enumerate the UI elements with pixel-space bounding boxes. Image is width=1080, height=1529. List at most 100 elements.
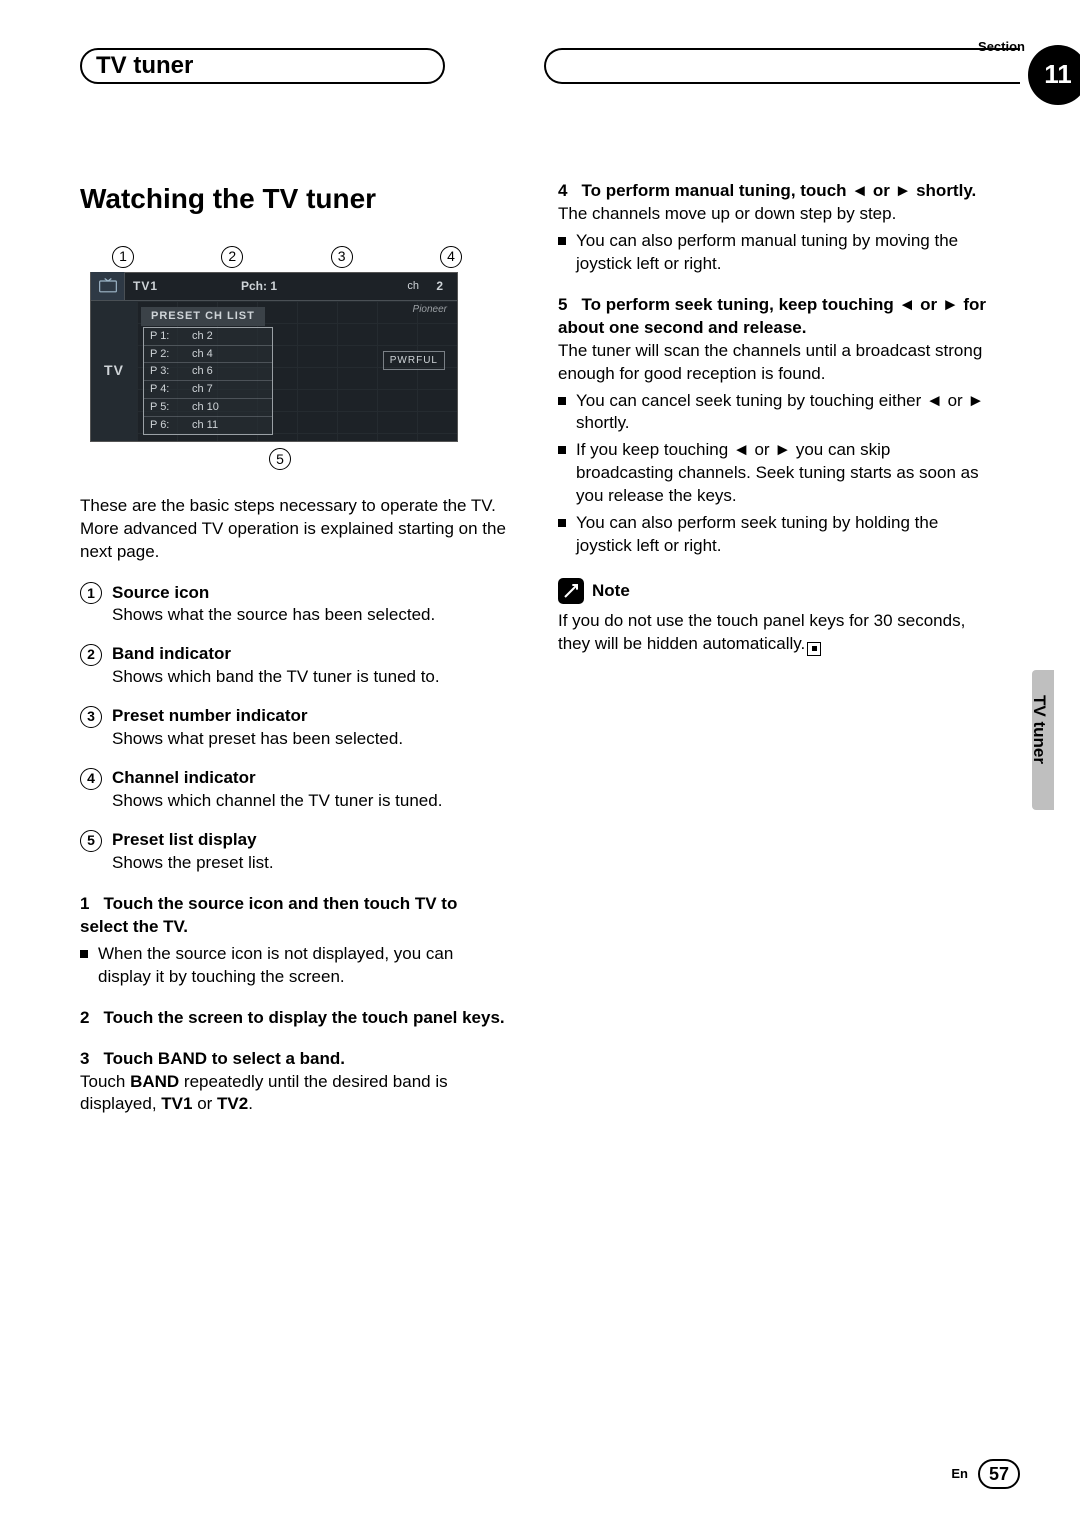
- right-arrow-icon: ►: [774, 440, 791, 459]
- step-2: 2 Touch the screen to display the touch p…: [80, 1007, 510, 1030]
- definition-item: 5 Preset list display Shows the preset li…: [80, 829, 510, 875]
- def-body: Shows what preset has been selected.: [112, 728, 510, 751]
- step-num: 3: [80, 1049, 89, 1068]
- page-number: 57: [978, 1459, 1020, 1489]
- def-num: 3: [80, 706, 102, 728]
- preset-row: P 6:ch 11: [144, 417, 272, 434]
- bullet-text: You can also perform seek tuning by hold…: [576, 512, 988, 558]
- bullet-icon: [558, 446, 566, 454]
- step-4: 4To perform manual tuning, touch ◄ or ► …: [558, 180, 988, 276]
- bullet-icon: [558, 237, 566, 245]
- left-arrow-icon: ◄: [926, 391, 943, 410]
- preset-row: P 3:ch 6: [144, 363, 272, 381]
- bullet-text: You can cancel seek tuning by touching e…: [576, 390, 988, 436]
- left-column: Watching the TV tuner 1 2 3 4 TV1 Pch: 1: [80, 180, 510, 1122]
- step-body: The channels move up or down step by ste…: [558, 203, 988, 226]
- pch-value: 1: [270, 279, 277, 293]
- step-bullet: When the source icon is not displayed, y…: [80, 943, 510, 989]
- seek-bullet-2: If you keep touching ◄ or ► you can skip…: [558, 439, 988, 508]
- source-icon: TV: [91, 301, 137, 441]
- tv-icon: [91, 272, 125, 300]
- note-body: If you do not use the touch panel keys f…: [558, 610, 988, 656]
- def-body: Shows what the source has been selected.: [112, 604, 510, 627]
- bullet-icon: [80, 950, 88, 958]
- def-num: 1: [80, 582, 102, 604]
- header-title: TV tuner: [96, 50, 193, 82]
- step-num: 5: [558, 295, 567, 314]
- seek-bullet-1: You can cancel seek tuning by touching e…: [558, 390, 988, 436]
- note-icon: [558, 578, 584, 604]
- step-body: Touch BAND repeatedly until the desired …: [80, 1071, 510, 1117]
- preset-row: P 4:ch 7: [144, 381, 272, 399]
- def-num: 5: [80, 830, 102, 852]
- definition-item: 3 Preset number indicator Shows what pres…: [80, 705, 510, 751]
- preset-row: P 2:ch 4: [144, 346, 272, 364]
- right-column: 4To perform manual tuning, touch ◄ or ► …: [558, 180, 988, 1122]
- callout-5: 5: [269, 448, 291, 470]
- def-title: Preset list display: [112, 830, 257, 849]
- footer-lang: En: [951, 1465, 968, 1483]
- callout-3: 3: [331, 246, 353, 268]
- step-bullet: You can also perform manual tuning by mo…: [558, 230, 988, 276]
- page-footer: En 57: [951, 1459, 1020, 1489]
- def-title: Band indicator: [112, 644, 231, 663]
- channel-value: 2: [436, 278, 443, 294]
- tv-screenshot: TV1 Pch: 1 ch 2 Pioneer TV PRESET CH LIS…: [90, 272, 458, 442]
- definition-item: 1 Source icon Shows what the source has b…: [80, 582, 510, 628]
- def-body: Shows the preset list.: [112, 852, 510, 875]
- step-head: Touch the screen to display the touch pa…: [103, 1008, 504, 1027]
- step-head: 5To perform seek tuning, keep touching ◄…: [558, 294, 988, 340]
- brand-label: Pioneer: [413, 303, 447, 317]
- note-label: Note: [592, 580, 630, 603]
- powerful-badge: PWRFUL: [383, 351, 445, 371]
- intro-text: These are the basic steps necessary to o…: [80, 495, 510, 564]
- preset-number-indicator: Pch: 1: [241, 278, 277, 294]
- channel-label: ch: [407, 279, 419, 294]
- bullet-icon: [558, 519, 566, 527]
- end-of-section-icon: [807, 642, 821, 656]
- def-num: 4: [80, 768, 102, 790]
- preset-list: P 1:ch 2 P 2:ch 4 P 3:ch 6 P 4:ch 7 P 5:…: [143, 327, 273, 435]
- step-head: 4To perform manual tuning, touch ◄ or ► …: [558, 180, 988, 203]
- bullet-text: You can also perform manual tuning by mo…: [576, 230, 988, 276]
- step-num: 4: [558, 181, 567, 200]
- callout-4: 4: [440, 246, 462, 268]
- left-arrow-icon: ◄: [899, 295, 916, 314]
- def-body: Shows which channel the TV tuner is tune…: [112, 790, 510, 813]
- step-num: 1: [80, 894, 89, 913]
- bullet-text: If you keep touching ◄ or ► you can skip…: [576, 439, 988, 508]
- page-title: Watching the TV tuner: [80, 180, 510, 218]
- step-body: The tuner will scan the channels until a…: [558, 340, 988, 386]
- step-1: 1Touch the source icon and then touch TV…: [80, 893, 510, 989]
- header-capsule: TV tuner: [80, 48, 445, 84]
- band-indicator: TV1: [133, 278, 158, 294]
- def-title: Channel indicator: [112, 768, 256, 787]
- definition-item: 2 Band indicator Shows which band the TV …: [80, 643, 510, 689]
- def-body: Shows which band the TV tuner is tuned t…: [112, 666, 510, 689]
- def-num: 2: [80, 644, 102, 666]
- bullet-text: When the source icon is not displayed, y…: [98, 943, 510, 989]
- note-header: Note: [558, 578, 988, 604]
- bullet-icon: [558, 397, 566, 405]
- right-arrow-icon: ►: [895, 181, 912, 200]
- step-3: 3 Touch BAND to select a band. Touch BAND…: [80, 1048, 510, 1117]
- step-5: 5To perform seek tuning, keep touching ◄…: [558, 294, 988, 558]
- preset-row: P 5:ch 10: [144, 399, 272, 417]
- side-tab-label: TV tuner: [1027, 695, 1050, 764]
- page-header: TV tuner: [80, 40, 1020, 80]
- preset-list-header: PRESET CH LIST: [141, 307, 265, 326]
- right-arrow-icon: ►: [967, 391, 984, 410]
- definition-item: 4 Channel indicator Shows which channel t…: [80, 767, 510, 813]
- def-title: Preset number indicator: [112, 706, 308, 725]
- step-head: Touch the source icon and then touch TV …: [80, 894, 457, 936]
- seek-bullet-3: You can also perform seek tuning by hold…: [558, 512, 988, 558]
- section-number-badge: 11: [1028, 45, 1080, 105]
- preset-row: P 1:ch 2: [144, 328, 272, 346]
- callout-2: 2: [221, 246, 243, 268]
- def-title: Source icon: [112, 583, 209, 602]
- pch-label: Pch:: [241, 279, 267, 293]
- step-num: 2: [80, 1008, 89, 1027]
- callout-1: 1: [112, 246, 134, 268]
- right-arrow-icon: ►: [942, 295, 959, 314]
- step-head: Touch BAND to select a band.: [103, 1049, 345, 1068]
